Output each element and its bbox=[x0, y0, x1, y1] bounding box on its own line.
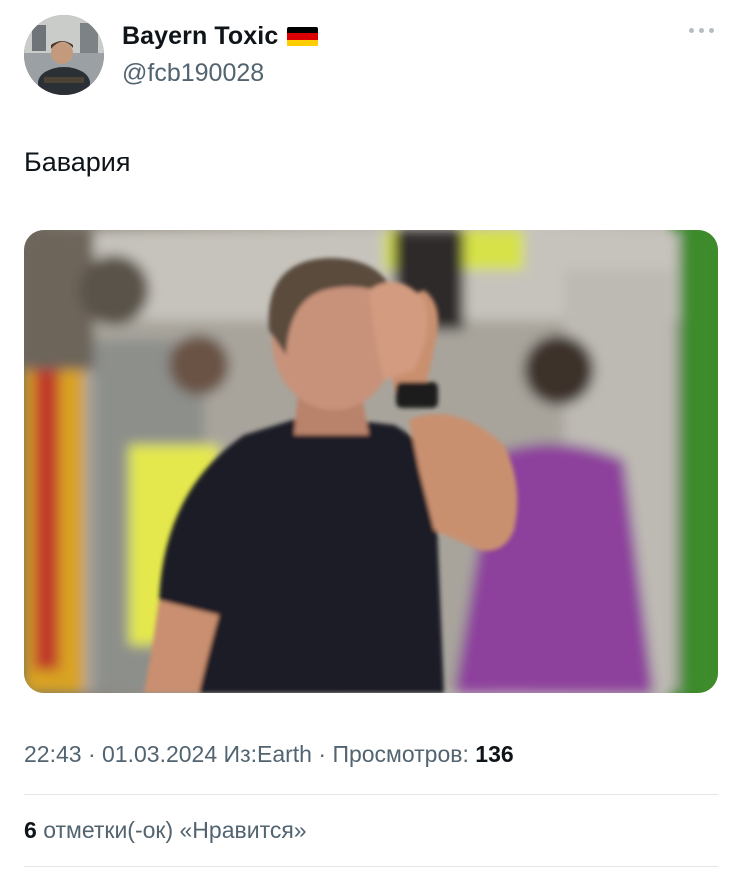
separator-dot: · bbox=[87, 741, 103, 767]
views-label: Просмотров: bbox=[332, 741, 469, 767]
photo bbox=[24, 230, 718, 693]
display-name[interactable]: Bayern Toxic bbox=[122, 22, 278, 51]
tweet-text: Бавария bbox=[24, 147, 131, 177]
germany-flag-icon bbox=[287, 26, 319, 47]
likes-summary[interactable]: 6 отметки(-ок) «Нравится» bbox=[24, 817, 307, 844]
divider bbox=[24, 866, 718, 867]
divider bbox=[24, 794, 718, 795]
likes-label: отметки(-ок) «Нравится» bbox=[43, 817, 307, 843]
tweet-media-image[interactable] bbox=[24, 230, 718, 693]
avatar[interactable] bbox=[24, 15, 104, 95]
tweet-meta: 22:43 · 01.03.2024 Из:Earth · Просмотров… bbox=[24, 741, 514, 768]
likes-count: 6 bbox=[24, 817, 37, 843]
tweet-time[interactable]: 22:43 bbox=[24, 741, 82, 767]
avatar-photo bbox=[24, 15, 104, 95]
views-count: 136 bbox=[475, 741, 514, 767]
tweet-source: Из:Earth bbox=[223, 741, 312, 767]
tweet-date[interactable]: 01.03.2024 bbox=[102, 741, 217, 767]
separator-dot: · bbox=[318, 741, 333, 767]
author-handle[interactable]: @fcb190028 bbox=[122, 59, 264, 88]
more-options-icon[interactable] bbox=[689, 28, 714, 33]
author-name-row: Bayern Toxic bbox=[122, 22, 319, 51]
